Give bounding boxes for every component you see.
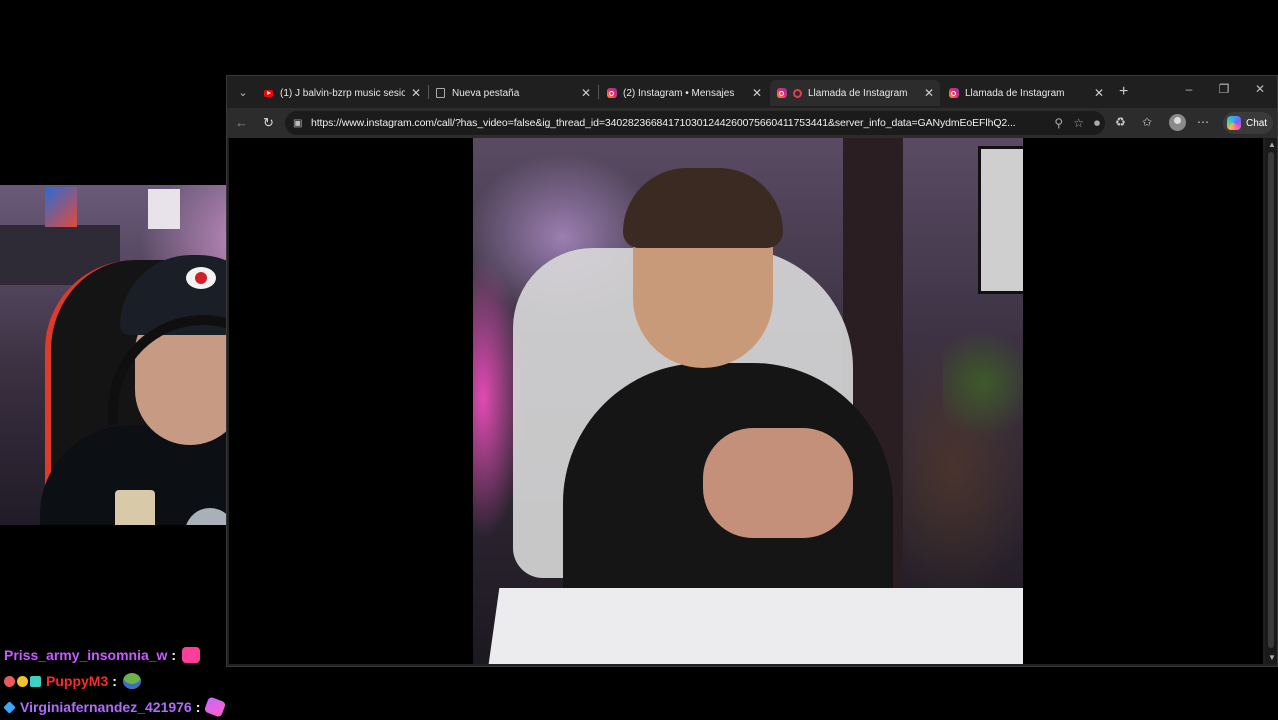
tab-jbalvin[interactable]: (1) J balvin-bzrp music sesions ✕: [257, 80, 427, 106]
restore-icon[interactable]: ❐: [1212, 82, 1236, 96]
zoom-icon[interactable]: ⚲: [1054, 116, 1063, 130]
microphone-icon[interactable]: ⏺: [1094, 116, 1100, 131]
instagram-icon: [948, 88, 959, 99]
favorites-icon[interactable]: ✩: [1142, 115, 1152, 129]
back-icon[interactable]: ←: [235, 115, 248, 130]
tab-title: Llamada de Instagram: [965, 87, 1065, 99]
cap-logo: [186, 267, 216, 289]
remote-participant-video[interactable]: [473, 138, 1023, 664]
site-info-icon[interactable]: ▣: [293, 118, 307, 129]
chat-message: PuppyM3 :: [4, 668, 404, 694]
chat-username: Priss_army_insomnia_w: [4, 647, 168, 663]
close-icon[interactable]: ✕: [411, 86, 421, 100]
pepe-emote-icon: [122, 673, 141, 689]
copilot-chat-button[interactable]: Chat: [1223, 112, 1274, 134]
vertical-scrollbar[interactable]: ▲ ▼: [1265, 138, 1277, 664]
close-icon[interactable]: ✕: [924, 86, 934, 100]
chat-label: Chat: [1246, 117, 1268, 129]
badge-icon: [17, 675, 28, 687]
poster: [45, 187, 77, 227]
badge-icon: [4, 675, 15, 687]
recording-icon: [793, 88, 802, 98]
instagram-icon: [606, 88, 617, 99]
badge-icon: [30, 675, 41, 687]
tab-instagram-call-active[interactable]: Llamada de Instagram ✕: [770, 80, 940, 106]
minimize-icon[interactable]: –: [1177, 82, 1201, 96]
youtube-icon: [263, 88, 274, 99]
profile-avatar[interactable]: [1169, 114, 1186, 131]
chat-message: Priss_army_insomnia_w :: [4, 642, 404, 668]
chat-colon: :: [112, 673, 117, 689]
wall-picture-frame: [978, 146, 1023, 294]
instagram-icon: [776, 88, 787, 99]
sparkle-emote-icon: [204, 696, 227, 718]
close-icon[interactable]: ✕: [752, 86, 762, 100]
url-text[interactable]: https://www.instagram.com/call/?has_vide…: [311, 117, 1049, 129]
page-icon: [435, 88, 446, 99]
participant-hair: [623, 168, 783, 248]
favorite-star-icon[interactable]: ☆: [1073, 116, 1084, 130]
tab-new-tab[interactable]: Nueva pestaña ✕: [429, 80, 597, 106]
toolbar: ← ↻ ▣ https://www.instagram.com/call/?ha…: [227, 108, 1277, 138]
address-bar[interactable]: ▣ https://www.instagram.com/call/?has_vi…: [285, 111, 1105, 135]
stream-chat: Priss_army_insomnia_w : PuppyM3 : Virgin…: [3, 642, 404, 720]
chat-username: Virginiafernandez_421976: [20, 699, 192, 715]
badge-icon: [3, 700, 16, 714]
chat-colon: :: [195, 699, 201, 715]
tab-title: Nueva pestaña: [452, 87, 520, 99]
paper-sheet: [486, 588, 1023, 664]
shirt-patch: [115, 490, 155, 525]
tab-strip: ⌄ (1) J balvin-bzrp music sesions ✕ Nuev…: [227, 76, 1277, 108]
reload-icon[interactable]: ↻: [263, 115, 274, 131]
new-tab-icon[interactable]: +: [1119, 83, 1128, 101]
participant-hands: [703, 428, 853, 538]
tab-title: (1) J balvin-bzrp music sesions: [280, 87, 405, 99]
tab-title: Llamada de Instagram: [808, 87, 908, 99]
poster: [148, 189, 180, 229]
chat-message: Virginiafernandez_421976 :: [3, 694, 404, 720]
extensions-icon[interactable]: ♻: [1115, 115, 1126, 129]
scroll-thumb[interactable]: [1268, 152, 1274, 648]
close-icon[interactable]: ✕: [581, 86, 591, 100]
tab-instagram-messages[interactable]: (2) Instagram • Mensajes ✕: [600, 80, 768, 106]
tab-divider: [598, 85, 599, 99]
tab-title: (2) Instagram • Mensajes: [623, 87, 735, 99]
heart-emote-icon: [182, 647, 201, 663]
close-icon[interactable]: ✕: [1094, 86, 1104, 100]
plant: [943, 318, 1023, 448]
scroll-down-icon[interactable]: ▼: [1268, 653, 1276, 662]
scroll-up-icon[interactable]: ▲: [1268, 140, 1276, 149]
instagram-call-view: [229, 138, 1263, 664]
tab-search-icon[interactable]: ⌄: [233, 82, 253, 102]
chat-username: PuppyM3: [46, 673, 109, 689]
more-menu-icon[interactable]: ⋯: [1197, 115, 1209, 129]
close-window-icon[interactable]: ✕: [1248, 82, 1272, 96]
chat-colon: :: [171, 647, 177, 663]
browser-window: ⌄ (1) J balvin-bzrp music sesions ✕ Nuev…: [226, 75, 1278, 667]
tab-instagram-call[interactable]: Llamada de Instagram ✕: [942, 80, 1110, 106]
copilot-icon: [1227, 116, 1241, 130]
